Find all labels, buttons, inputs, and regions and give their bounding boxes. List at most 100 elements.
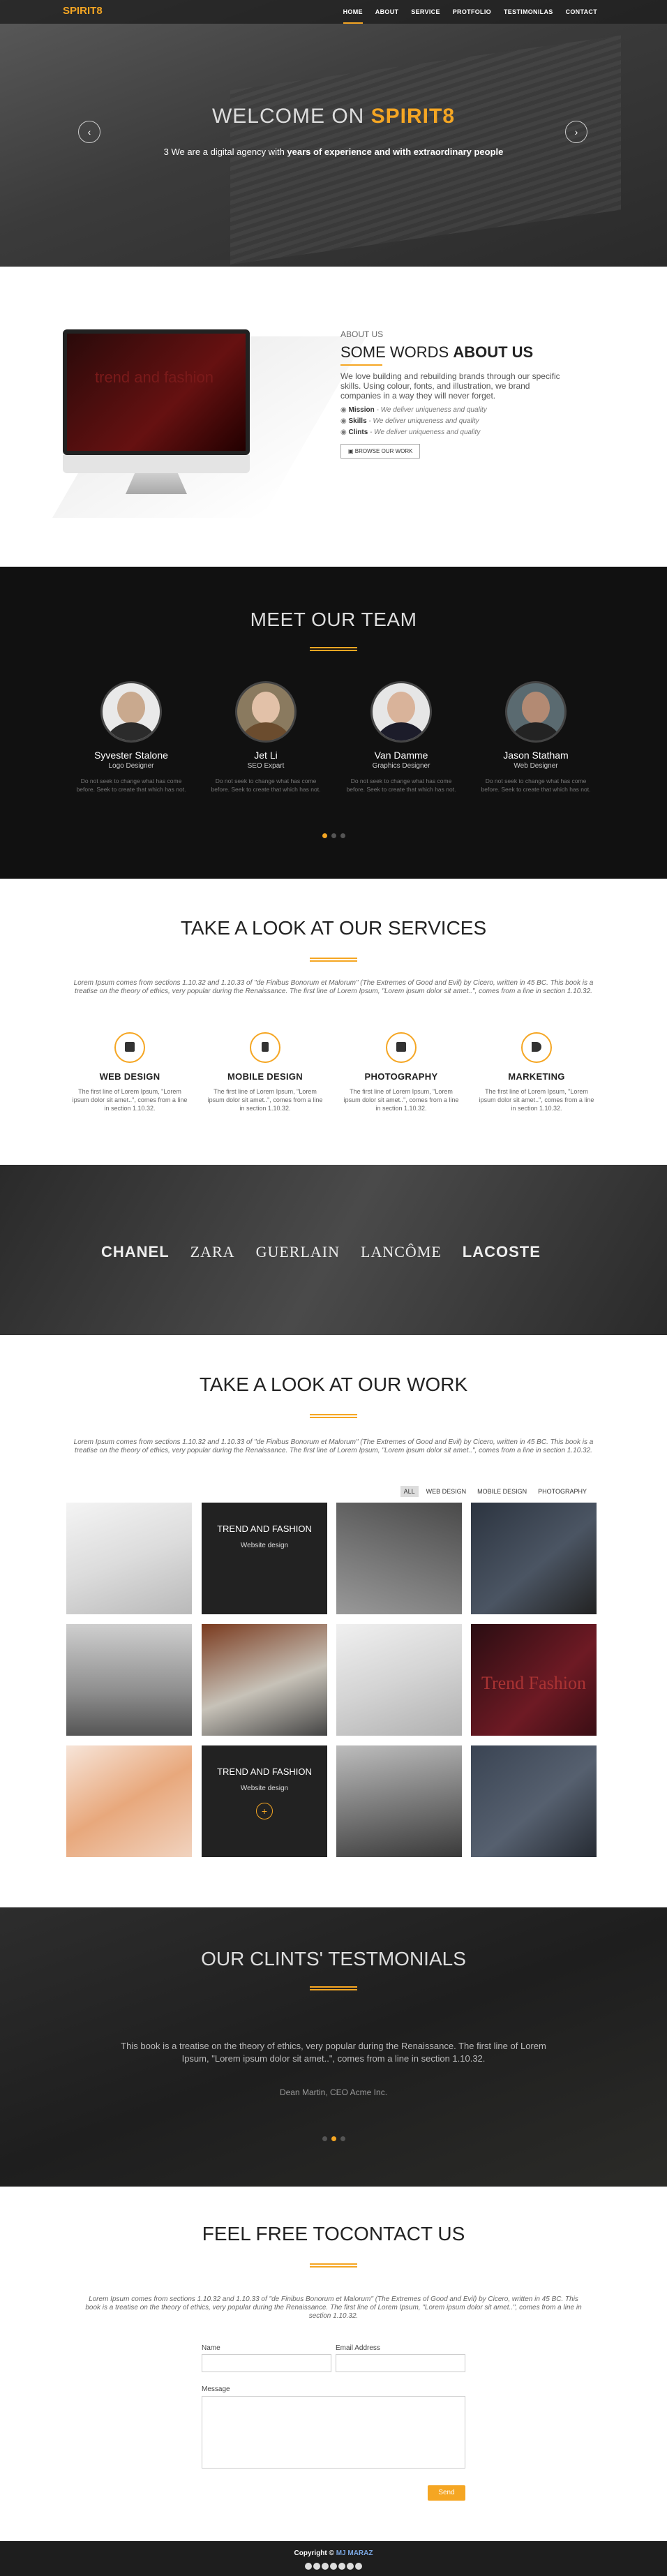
- service-desc: The first line of Lorem Ipsum, "Lorem ip…: [72, 1088, 188, 1112]
- portfolio-tile[interactable]: TREND AND FASHION Website design: [202, 1503, 327, 1614]
- hero-section: SPIRIT8 HOME ABOUT SERVICE PROTFOLIO TES…: [0, 0, 667, 267]
- nav-item-testimonials[interactable]: TESTIMONILAS: [504, 0, 553, 24]
- services-title: TAKE A LOOK AT OUR SERVICES: [180, 917, 487, 939]
- filter-photography[interactable]: PHOTOGRAPHY: [534, 1486, 590, 1497]
- member-desc: Do not seek to change what has come befo…: [481, 777, 591, 793]
- member-desc: Do not seek to change what has come befo…: [346, 777, 456, 793]
- about-title-bold: ABOUT US: [453, 343, 534, 361]
- portfolio-tile[interactable]: Trend Fashion: [471, 1624, 597, 1736]
- portfolio-tile[interactable]: [66, 1503, 192, 1614]
- megaphone-icon: [521, 1032, 552, 1063]
- service-item: PHOTOGRAPHY The first line of Lorem Ipsu…: [342, 1032, 460, 1112]
- nav-item-service[interactable]: SERVICE: [411, 0, 440, 24]
- nav-item-contact[interactable]: CONTACT: [566, 0, 597, 24]
- monitor-chin: [63, 455, 250, 473]
- carousel-dot[interactable]: [322, 2136, 327, 2141]
- copyright: Copyright © MJ MARAZ: [0, 2549, 667, 2557]
- service-item: MOBILE DESIGN The first line of Lorem Ip…: [206, 1032, 324, 1112]
- carousel-dot[interactable]: [340, 833, 345, 838]
- service-desc: The first line of Lorem Ipsum, "Lorem ip…: [479, 1088, 594, 1112]
- brand-logo-zara: ZARA: [190, 1243, 235, 1260]
- services-section: TAKE A LOOK AT OUR SERVICES Lorem Ipsum …: [0, 879, 667, 1165]
- team-carousel-dots: [0, 829, 667, 842]
- portfolio-tile[interactable]: [66, 1624, 192, 1736]
- email-input[interactable]: [336, 2354, 465, 2372]
- member-name: Syvester Stalone: [94, 750, 168, 761]
- work-underline: [310, 1414, 357, 1418]
- member-name: Van Damme: [374, 750, 428, 761]
- testimonials-section: OUR CLINTS' TESTMONIALS This book is a t…: [0, 1907, 667, 2187]
- mobile-icon: [250, 1032, 280, 1063]
- filter-web-design[interactable]: WEB DESIGN: [423, 1486, 470, 1497]
- work-intro: Lorem Ipsum comes from sections 1.10.32 …: [73, 1438, 594, 1454]
- about-item-name: Skills: [348, 417, 367, 425]
- team-member: Jason Statham Web Designer Do not seek t…: [480, 681, 592, 794]
- chevron-left-icon[interactable]: ‹: [78, 121, 100, 143]
- portfolio-tile[interactable]: [336, 1503, 462, 1614]
- service-desc: The first line of Lorem Ipsum, "Lorem ip…: [343, 1088, 459, 1112]
- message-textarea[interactable]: [202, 2396, 465, 2469]
- hero-subtitle-bold: years of experience and with extraordina…: [287, 147, 504, 157]
- nav-item-home[interactable]: HOME: [343, 0, 363, 24]
- team-member: Jet Li SEO Expart Do not seek to change …: [210, 681, 322, 794]
- testimonials-underline: [310, 1986, 357, 1990]
- nav-menu: HOME ABOUT SERVICE PROTFOLIO TESTIMONILA…: [343, 0, 597, 24]
- browse-work-button[interactable]: ▣ BROWSE OUR WORK: [340, 444, 421, 459]
- portfolio-tile[interactable]: [336, 1624, 462, 1736]
- nav-item-about[interactable]: ABOUT: [375, 0, 399, 24]
- services-underline: [310, 958, 357, 962]
- footer: Copyright © MJ MARAZ: [0, 2541, 667, 2576]
- about-text: ABOUT US SOME WORDS ABOUT US We love bui…: [340, 329, 571, 459]
- about-item: ◉ Skills - We deliver uniqueness and qua…: [340, 417, 479, 425]
- portfolio-tile[interactable]: [471, 1745, 597, 1857]
- plus-icon[interactable]: +: [256, 1803, 273, 1819]
- team-member: Van Damme Graphics Designer Do not seek …: [345, 681, 457, 794]
- carousel-dot[interactable]: [340, 2136, 345, 2141]
- send-button[interactable]: Send: [428, 2485, 465, 2501]
- brand-logo-chanel: CHANEL: [101, 1243, 170, 1260]
- browse-work-label: BROWSE OUR WORK: [354, 448, 413, 454]
- tile-overlay-sub: Website design: [240, 1542, 289, 1549]
- tile-overlay-title: TREND AND FASHION: [217, 1524, 312, 1534]
- copyright-prefix: Copyright ©: [294, 2549, 336, 2557]
- carousel-dot[interactable]: [331, 833, 336, 838]
- portfolio-tile[interactable]: [471, 1503, 597, 1614]
- service-title: MOBILE DESIGN: [227, 1071, 303, 1082]
- tile-overlay-sub: Website design: [240, 1785, 289, 1792]
- service-item: MARKETING The first line of Lorem Ipsum,…: [477, 1032, 596, 1112]
- tile-overlay-title: TREND AND FASHION: [217, 1766, 312, 1777]
- filter-all[interactable]: ALL: [400, 1486, 419, 1497]
- about-item-name: Clints: [348, 429, 368, 436]
- monitor-image: trend and fashion: [63, 329, 250, 455]
- camera-icon: [386, 1032, 417, 1063]
- member-desc: Do not seek to change what has come befo…: [211, 777, 321, 793]
- member-name: Jason Statham: [503, 750, 569, 761]
- carousel-dot[interactable]: [331, 2136, 336, 2141]
- service-desc: The first line of Lorem Ipsum, "Lorem ip…: [207, 1088, 323, 1112]
- social-links: [0, 2561, 667, 2573]
- tile-poster-text: Trend Fashion: [481, 1673, 586, 1693]
- team-title: MEET OUR TEAM: [250, 609, 417, 630]
- portfolio-tile[interactable]: TREND AND FASHION Website design +: [202, 1745, 327, 1857]
- member-role: Logo Designer: [108, 762, 154, 770]
- portfolio-tile[interactable]: [66, 1745, 192, 1857]
- logo[interactable]: SPIRIT8: [63, 5, 103, 17]
- filter-mobile-design[interactable]: MOBILE DESIGN: [474, 1486, 530, 1497]
- carousel-dot[interactable]: [322, 833, 327, 838]
- portfolio-tile[interactable]: [202, 1624, 327, 1736]
- member-role: Web Designer: [514, 762, 558, 770]
- about-item-desc: - We deliver uniqueness and quality: [366, 417, 479, 425]
- nav-item-portfolio[interactable]: PROTFOLIO: [453, 0, 491, 24]
- chevron-right-icon[interactable]: ›: [565, 121, 587, 143]
- service-item: WEB DESIGN The first line of Lorem Ipsum…: [70, 1032, 189, 1112]
- service-title: MARKETING: [508, 1071, 565, 1082]
- brand-logo-lacoste: LACOSTE: [462, 1243, 541, 1260]
- testimonial-quote: This book is a treatise on the theory of…: [121, 2041, 546, 2064]
- portfolio-tile[interactable]: [336, 1745, 462, 1857]
- copyright-author[interactable]: MJ MARAZ: [336, 2549, 373, 2557]
- hero-subtitle-prefix: 3 We are a digital agency with: [163, 147, 287, 157]
- contact-underline: [310, 2263, 357, 2268]
- name-input[interactable]: [202, 2354, 331, 2372]
- testimonial-carousel-dots: [0, 2132, 667, 2145]
- service-title: WEB DESIGN: [99, 1071, 160, 1082]
